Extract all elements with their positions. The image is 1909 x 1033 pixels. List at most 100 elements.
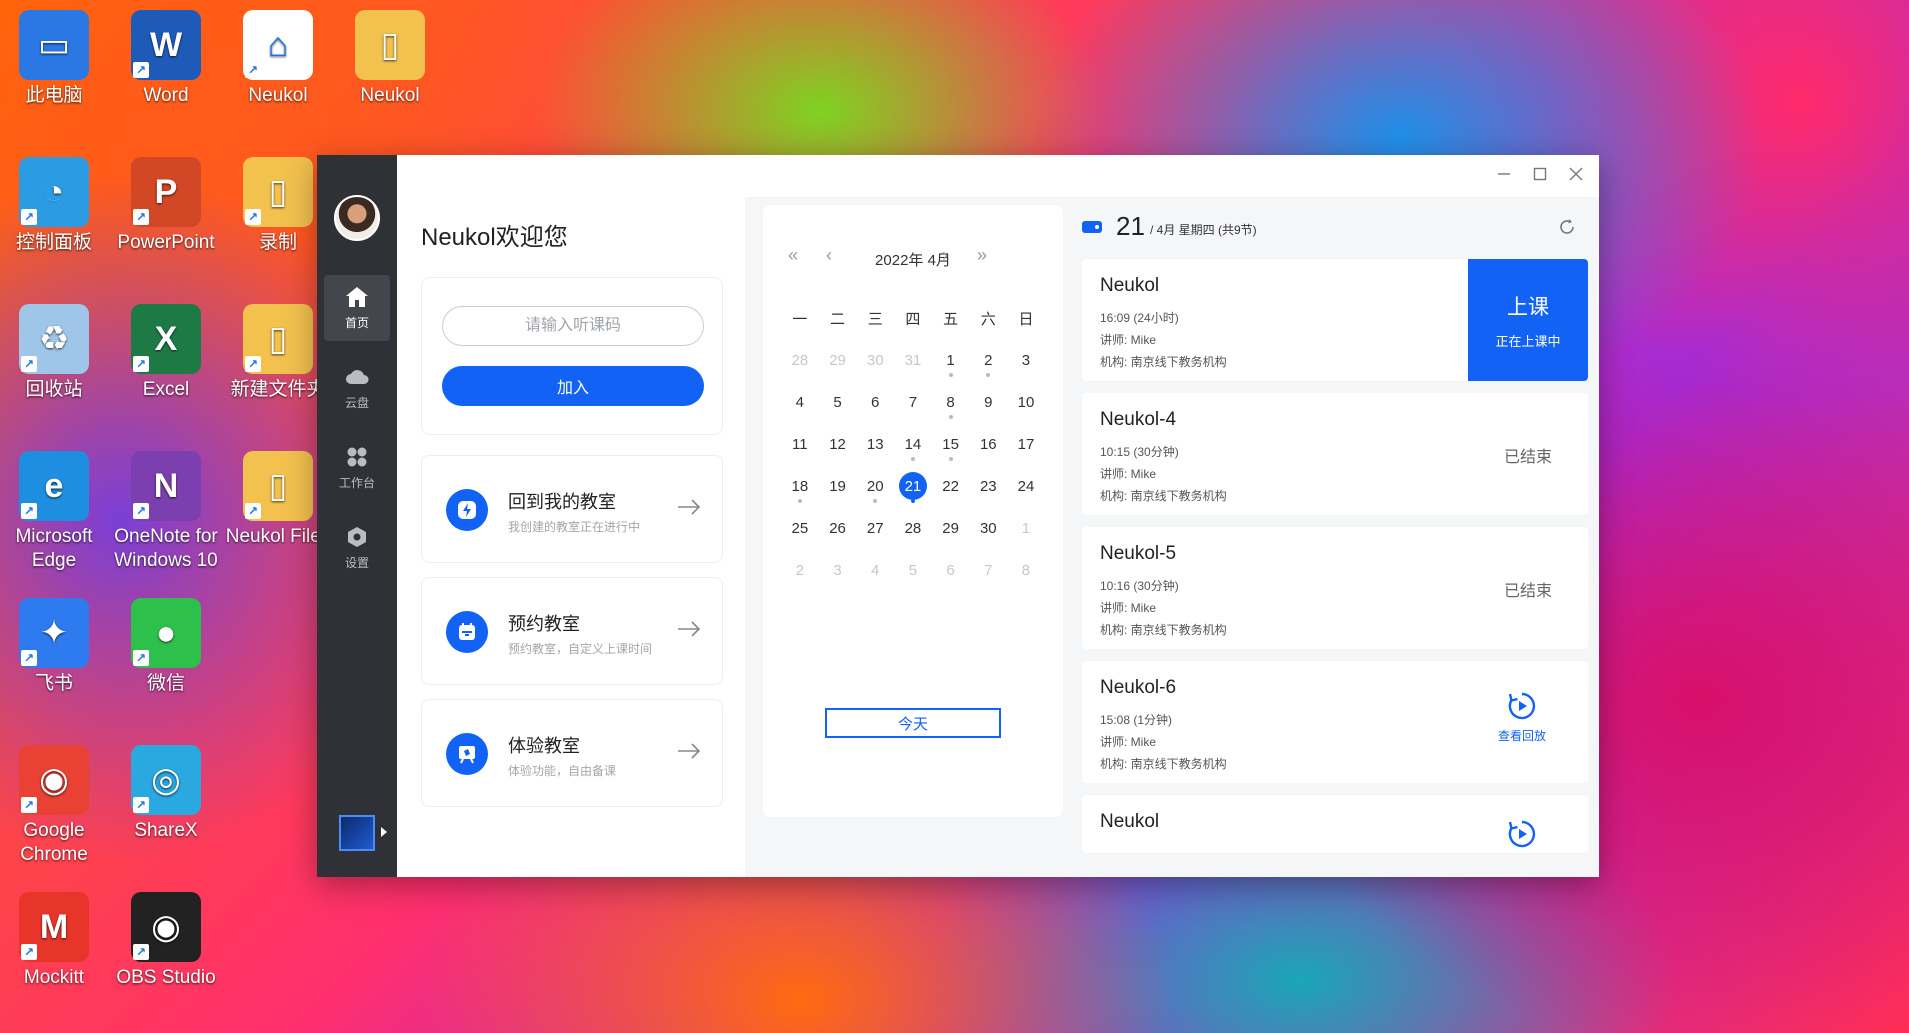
calendar-day[interactable]: 5 — [819, 381, 857, 423]
lesson-card[interactable]: Neukol-6 15:08 (1分钟) 讲师: Mike 机构: 南京线下教务机构 查… — [1082, 661, 1588, 783]
desktop-icon-label: 回收站 — [25, 379, 83, 400]
calendar-day[interactable]: 8 — [932, 381, 970, 423]
calendar-day[interactable]: 6 — [932, 549, 970, 591]
calendar-day[interactable]: 7 — [894, 381, 932, 423]
calendar-day[interactable]: 28 — [894, 507, 932, 549]
lesson-time: 10:16 (30分钟) — [1100, 579, 1179, 593]
calendar-day[interactable]: 1 — [1007, 507, 1045, 549]
calendar-day[interactable]: 19 — [819, 465, 857, 507]
desktop-icon[interactable]: M ↗ Mockitt — [0, 892, 108, 990]
maximize-icon[interactable] — [1529, 165, 1551, 187]
calendar-day[interactable]: 30 — [969, 507, 1007, 549]
desktop-icon[interactable]: ▯ Neukol — [336, 10, 444, 108]
desktop-icon[interactable]: ▭ 此电脑 — [0, 10, 108, 108]
desktop-icon[interactable]: N ↗ OneNote for Windows 10 — [112, 451, 220, 573]
calendar-day[interactable]: 16 — [969, 423, 1007, 465]
calendar-day[interactable]: 28 — [781, 339, 819, 381]
app-icon: ● ↗ — [131, 598, 201, 668]
sidebar-item-workbench[interactable]: 工作台 — [324, 435, 390, 501]
calendar-day[interactable]: 27 — [856, 507, 894, 549]
calendar-day-number: 15 — [942, 435, 959, 453]
calendar-day[interactable]: 9 — [969, 381, 1007, 423]
calendar-day[interactable]: 22 — [932, 465, 970, 507]
desktop-icon[interactable]: ⌂ ↗ Neukol — [224, 10, 332, 108]
view-replay-button[interactable]: 查看回放 — [1492, 691, 1552, 744]
desktop-icon[interactable]: ♻ ↗ 回收站 — [0, 304, 108, 402]
desktop-icon[interactable]: P ↗ PowerPoint — [112, 157, 220, 255]
desktop-icon[interactable]: ◉ ↗ OBS Studio — [112, 892, 220, 990]
next-month-button[interactable]: › — [933, 245, 957, 266]
calendar-day[interactable]: 12 — [819, 423, 857, 465]
calendar-day[interactable]: 2 — [781, 549, 819, 591]
desktop-icon[interactable]: W ↗ Word — [112, 10, 220, 108]
calendar-day[interactable]: 6 — [856, 381, 894, 423]
view-replay-button[interactable] — [1492, 819, 1552, 853]
calendar-day[interactable]: 5 — [894, 549, 932, 591]
lesson-title: Neukol — [1100, 811, 1160, 832]
calendar-day[interactable]: 29 — [932, 507, 970, 549]
minimize-icon[interactable] — [1493, 165, 1515, 187]
desktop-icon[interactable]: ◔ ↗ 控制面板 — [0, 157, 108, 255]
calendar-day[interactable]: 30 — [856, 339, 894, 381]
calendar-day[interactable]: 7 — [969, 549, 1007, 591]
calendar-day[interactable]: 23 — [969, 465, 1007, 507]
desktop-icon[interactable]: X ↗ Excel — [112, 304, 220, 402]
lesson-dot — [797, 499, 802, 503]
trial-classroom-card[interactable]: 体验教室 体验功能，自由备课 — [421, 699, 723, 807]
desktop-icon[interactable]: ✦ ↗ 飞书 — [0, 598, 108, 696]
desktop-icon[interactable]: ◎ ↗ ShareX — [112, 745, 220, 843]
next-year-button[interactable]: » — [970, 245, 994, 266]
close-icon[interactable] — [1565, 165, 1587, 187]
class-code-input[interactable] — [442, 306, 704, 346]
desktop-icon[interactable]: ▯ ↗ 录制 — [224, 157, 332, 255]
calendar-day[interactable]: 2 — [969, 339, 1007, 381]
join-button[interactable]: 加入 — [442, 366, 704, 406]
refresh-icon[interactable] — [1557, 217, 1577, 237]
weekday-label: 一 — [792, 310, 808, 328]
calendar-day-selected[interactable]: 21 — [894, 465, 932, 507]
calendar-day[interactable]: 15 — [932, 423, 970, 465]
sidebar-item-cloud[interactable]: 云盘 — [324, 355, 390, 421]
desktop-icon[interactable]: ● ↗ 微信 — [112, 598, 220, 696]
desktop-icon[interactable]: ◉ ↗ Google Chrome — [0, 745, 108, 867]
lesson-card[interactable]: Neukol 16:09 (24小时) 讲师: Mike 机构: 南京线下教务机构 上课… — [1082, 259, 1588, 381]
calendar-day[interactable]: 14 — [894, 423, 932, 465]
lesson-card[interactable]: Neukol — [1082, 795, 1588, 853]
lesson-card[interactable]: Neukol-4 10:15 (30分钟) 讲师: Mike 机构: 南京线下教务机构… — [1082, 393, 1588, 515]
calendar-day[interactable]: 26 — [819, 507, 857, 549]
calendar-day-number: 4 — [871, 561, 880, 579]
calendar-day[interactable]: 1 — [932, 339, 970, 381]
calendar-day[interactable]: 13 — [856, 423, 894, 465]
calendar-day[interactable]: 29 — [819, 339, 857, 381]
start-class-button[interactable]: 上课 正在上课中 — [1468, 259, 1588, 381]
desktop-icon[interactable]: ▯ ↗ Neukol Files — [224, 451, 332, 549]
sidebar-item-settings[interactable]: 设置 — [324, 515, 390, 581]
shortcut-arrow-icon: ↗ — [21, 797, 37, 813]
lesson-card[interactable]: Neukol-5 10:16 (30分钟) 讲师: Mike 机构: 南京线下教务机构… — [1082, 527, 1588, 649]
calendar-day[interactable]: 24 — [1007, 465, 1045, 507]
calendar-day[interactable]: 3 — [1007, 339, 1045, 381]
calendar-day[interactable]: 4 — [781, 381, 819, 423]
calendar-day[interactable]: 25 — [781, 507, 819, 549]
today-button[interactable]: 今天 — [825, 708, 1001, 738]
calendar-day[interactable]: 8 — [1007, 549, 1045, 591]
calendar-day[interactable]: 3 — [819, 549, 857, 591]
book-classroom-card[interactable]: 预约教室 预约教室，自定义上课时间 — [421, 577, 723, 685]
calendar-day[interactable]: 10 — [1007, 381, 1045, 423]
sidebar-item-home[interactable]: 首页 — [324, 275, 390, 341]
home-icon — [346, 286, 368, 307]
desktop-icon[interactable]: e ↗ Microsoft Edge — [0, 451, 108, 573]
calendar-day[interactable]: 20 — [856, 465, 894, 507]
calendar-day[interactable]: 18 — [781, 465, 819, 507]
lesson-org: 机构: 南京线下教务机构 — [1100, 355, 1227, 369]
desktop-icon[interactable]: ▯ ↗ 新建文件夹 — [224, 304, 332, 402]
calendar-day[interactable]: 17 — [1007, 423, 1045, 465]
calendar-day-number: 28 — [791, 351, 809, 369]
user-avatar[interactable] — [334, 195, 380, 241]
calendar-day[interactable]: 4 — [856, 549, 894, 591]
expand-arrow-icon[interactable] — [381, 827, 387, 837]
calendar-day[interactable]: 11 — [781, 423, 819, 465]
back-to-my-classroom-card[interactable]: 回到我的教室 我创建的教室正在进行中 — [421, 455, 723, 563]
calendar-day[interactable]: 31 — [894, 339, 932, 381]
screen-share-thumbnail[interactable] — [339, 815, 375, 851]
